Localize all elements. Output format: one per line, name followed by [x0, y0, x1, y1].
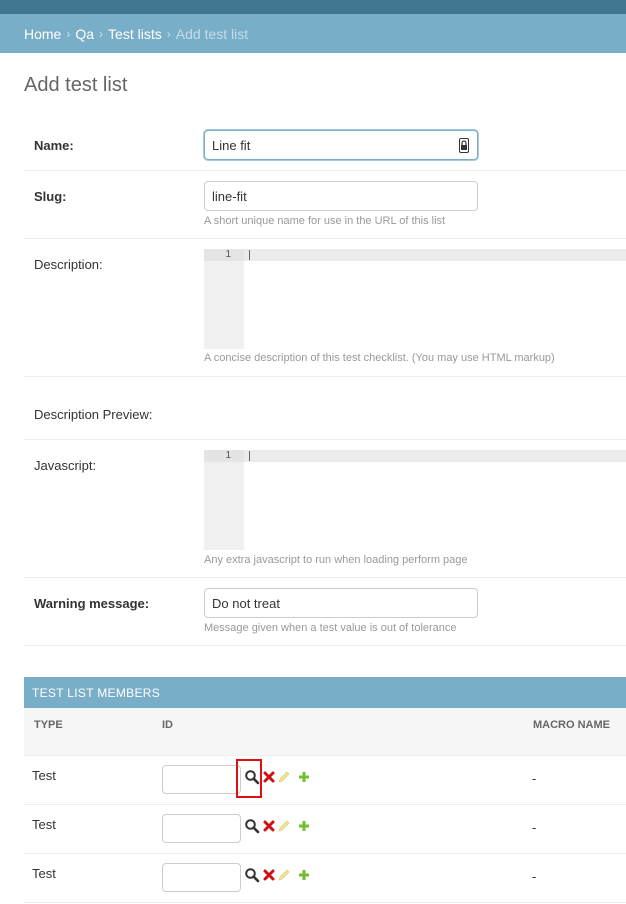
- table-row: Test -: [24, 854, 626, 903]
- search-icon[interactable]: [244, 818, 260, 834]
- lookup-highlight-box: [236, 759, 262, 798]
- slug-help-text: A short unique name for use in the URL o…: [204, 215, 446, 227]
- description-code-editor[interactable]: 1: [204, 249, 626, 349]
- table-row: Test -: [24, 805, 626, 854]
- type-cell: Test: [32, 768, 56, 783]
- description-label: Description:: [34, 257, 103, 272]
- macro-name-cell: -: [532, 820, 537, 835]
- javascript-code-editor[interactable]: 1: [204, 450, 626, 550]
- id-input[interactable]: [162, 814, 241, 843]
- form-row-javascript: Javascript: 1 Any extra javascript to ru…: [24, 440, 626, 578]
- add-icon[interactable]: [296, 867, 312, 883]
- breadcrumb-separator: ›: [166, 26, 171, 41]
- active-line: [244, 249, 626, 261]
- breadcrumb-qa[interactable]: Qa: [75, 26, 94, 42]
- delete-icon[interactable]: [261, 818, 277, 834]
- test-list-members-caption: TEST LIST MEMBERS: [24, 677, 626, 708]
- line-number: 1: [204, 249, 244, 261]
- breadcrumb-current: Add test list: [175, 25, 249, 42]
- pencil-icon[interactable]: [276, 818, 292, 834]
- javascript-label: Javascript:: [34, 458, 97, 473]
- name-label: Name:: [34, 138, 74, 153]
- page-title: Add test list: [24, 74, 128, 96]
- warning-message-input[interactable]: Do not treat: [204, 588, 478, 618]
- form-row-name: Name: Line fit: [24, 120, 626, 171]
- form-row-slug: Slug: line-fit A short unique name for u…: [24, 171, 626, 239]
- warning-message-value: Do not treat: [212, 595, 280, 611]
- table-row: Test -: [24, 756, 626, 805]
- macro-name-cell: -: [532, 771, 537, 786]
- type-cell: Test: [32, 866, 56, 881]
- id-input[interactable]: [162, 863, 241, 892]
- description-help-text: A concise description of this test check…: [204, 352, 555, 364]
- pencil-icon[interactable]: [276, 867, 292, 883]
- editor-gutter: [204, 450, 244, 550]
- active-line: [244, 450, 626, 462]
- text-cursor: [249, 250, 250, 260]
- warning-message-label: Warning message:: [34, 596, 150, 611]
- pencil-icon[interactable]: [276, 769, 292, 785]
- name-input[interactable]: Line fit: [204, 130, 478, 160]
- editor-gutter: [204, 249, 244, 349]
- line-number: 1: [204, 450, 244, 462]
- macro-name-cell: -: [532, 869, 537, 884]
- form-row-description-preview: Description Preview:: [24, 377, 626, 440]
- type-cell: Test: [32, 817, 56, 832]
- header-bar: [0, 0, 626, 14]
- form-row-description: Description: 1 A concise description of …: [24, 239, 626, 377]
- slug-label: Slug:: [34, 189, 67, 204]
- text-cursor: [249, 451, 250, 461]
- delete-icon[interactable]: [261, 769, 277, 785]
- description-preview-label: Description Preview:: [34, 407, 153, 422]
- id-input[interactable]: [162, 765, 241, 794]
- column-header-id: ID: [162, 719, 173, 731]
- add-icon[interactable]: [296, 818, 312, 834]
- warning-message-help-text: Message given when a test value is out o…: [204, 622, 457, 634]
- breadcrumb-home[interactable]: Home: [24, 26, 61, 42]
- search-icon[interactable]: [244, 867, 260, 883]
- slug-input[interactable]: line-fit: [204, 181, 478, 211]
- delete-icon[interactable]: [261, 867, 277, 883]
- breadcrumb-test-lists[interactable]: Test lists: [108, 26, 162, 42]
- javascript-help-text: Any extra javascript to run when loading…: [204, 554, 468, 566]
- name-value: Line fit: [212, 137, 251, 153]
- members-table-header: TYPE ID MACRO NAME: [24, 708, 626, 756]
- form-row-warning-message: Warning message: Do not treat Message gi…: [24, 578, 626, 646]
- add-icon[interactable]: [296, 769, 312, 785]
- breadcrumb: Home › Qa › Test lists › Add test list: [0, 14, 626, 53]
- column-header-type: TYPE: [34, 719, 63, 731]
- breadcrumb-separator: ›: [66, 26, 71, 41]
- breadcrumb-separator: ›: [99, 26, 104, 41]
- password-manager-icon[interactable]: [459, 138, 469, 153]
- slug-value: line-fit: [212, 188, 247, 204]
- column-header-macro-name: MACRO NAME: [533, 719, 610, 731]
